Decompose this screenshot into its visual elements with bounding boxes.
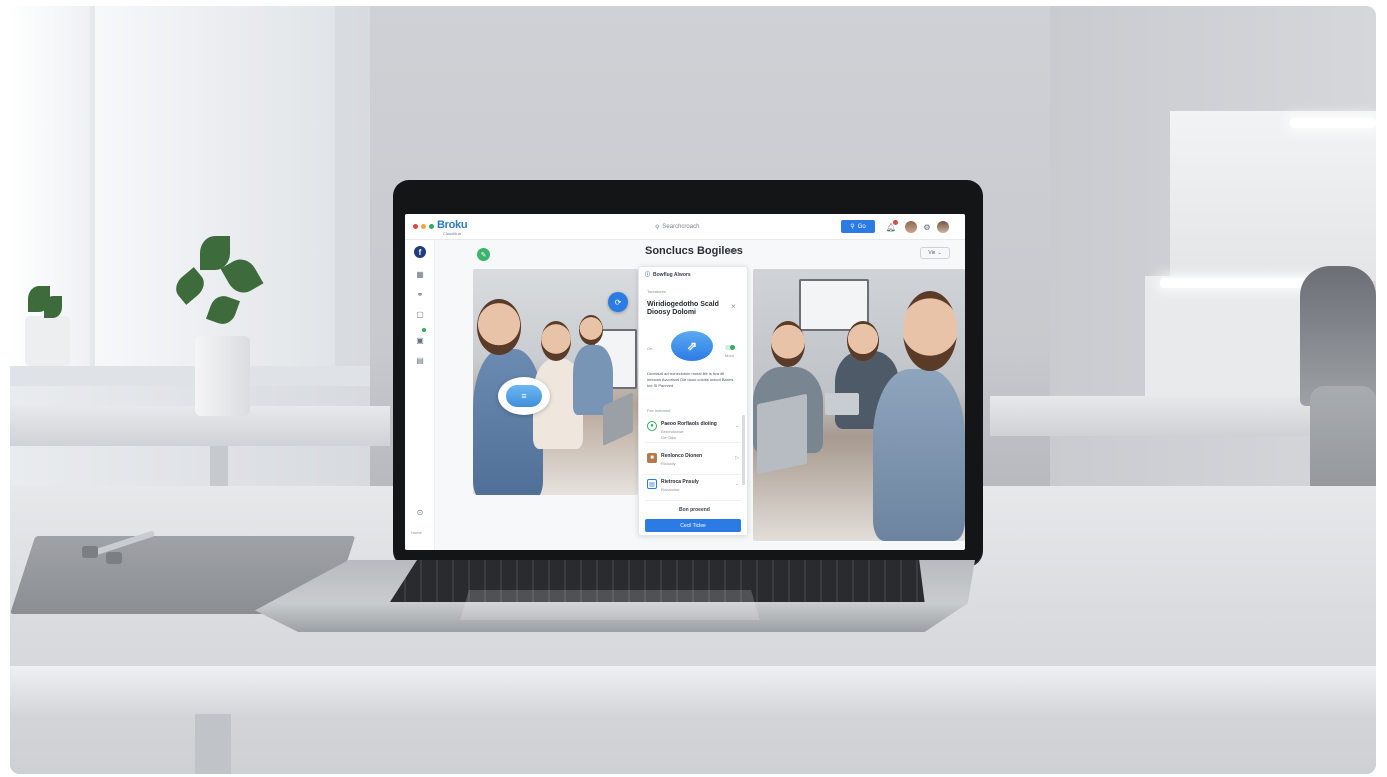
- refresh-icon: ⟳: [614, 297, 622, 307]
- person-head: [477, 299, 521, 355]
- search-icon: ⚲: [655, 224, 660, 231]
- cloud-badge: ≡: [498, 377, 550, 415]
- window-sill: [10, 366, 370, 386]
- plant-leaf: [44, 296, 62, 318]
- ceiling-light: [1290, 118, 1376, 128]
- laptop-in-photo: [757, 393, 807, 475]
- brand-subtitle: CloudHub: [443, 231, 461, 236]
- laptop-screen: Broku CloudHub ⚲ Searchcroach ⚲ Go 🔔︎ ⚙ …: [405, 214, 965, 550]
- filter-label: Vie: [928, 250, 936, 256]
- brand-logo: Broku: [437, 219, 468, 231]
- list-item-sub2: Ge Gitla: [661, 435, 676, 440]
- help-icon[interactable]: ⊙: [414, 506, 426, 518]
- profile-avatar[interactable]: [937, 221, 949, 233]
- laptop-trackpad: [460, 590, 760, 620]
- search-placeholder: Searchcroach: [662, 224, 700, 230]
- list-item-sub: Ronaroiue: [661, 487, 680, 492]
- app-topbar: Broku CloudHub ⚲ Searchcroach ⚲ Go 🔔︎ ⚙: [405, 214, 965, 240]
- person-head: [903, 291, 957, 371]
- grid-icon[interactable]: ▦: [414, 268, 426, 280]
- primary-action-button[interactable]: Cecil Ticlee: [645, 519, 741, 532]
- panel-description: Dovrlaud ad troneclotoin moral life is f…: [647, 371, 734, 388]
- man-foreground: [873, 369, 965, 541]
- link-icon[interactable]: ⚭: [414, 288, 426, 300]
- ceiling-light: [1160, 278, 1320, 288]
- desk-edge: [10, 666, 1376, 716]
- photo-icon: ■: [647, 453, 657, 463]
- maximize-dot[interactable]: [429, 224, 434, 229]
- person-head: [579, 315, 603, 345]
- section-label: Fex Inotoond: [647, 408, 671, 413]
- calendar-icon: ▤: [647, 479, 657, 489]
- list-item[interactable]: ■ Renlonco Dionen Rlcoody ▷: [645, 449, 741, 475]
- background-person: [1300, 266, 1376, 406]
- panel-scrollbar[interactable]: [742, 415, 745, 485]
- chevron-down-icon: ⌄: [734, 481, 739, 487]
- sidebar-bottom-label: Home: [411, 530, 422, 535]
- primary-action-label: Cecil Ticlee: [680, 522, 706, 529]
- person-head: [771, 321, 805, 367]
- clipboard-icon[interactable]: ▢: [414, 308, 426, 320]
- sync-panel: ⓘ Bowflug Alwors Toreatores Wiridiogedot…: [638, 266, 748, 536]
- plant-pot: [195, 336, 250, 416]
- chevron-down-icon: ⌄: [734, 423, 739, 429]
- calendar-icon[interactable]: ▤: [414, 354, 426, 366]
- settings-icon[interactable]: ⚙: [921, 221, 933, 233]
- list-item-sub: Berondoowe: [661, 429, 684, 434]
- page-title-suffix: 2A1.: [729, 249, 740, 255]
- info-icon: ⓘ: [645, 272, 651, 278]
- laptop-in-photo: [825, 393, 859, 415]
- chevron-down-icon: ⌄: [937, 250, 942, 256]
- image-icon[interactable]: ▣: [414, 334, 426, 346]
- list-item-sub: Rlcoody: [661, 461, 676, 466]
- background-board: [1145, 276, 1315, 396]
- list-item[interactable]: ▤ Rietroca Pnsuly Ronaroiue ⌄: [645, 475, 741, 501]
- video-icon: ▷: [735, 455, 739, 461]
- search-field[interactable]: ⚲ Searchcroach: [655, 221, 745, 233]
- add-button[interactable]: ✎: [477, 248, 490, 261]
- panel-small-label: Toreatores: [647, 289, 666, 294]
- notification-badge: [893, 220, 898, 225]
- search-button[interactable]: ⚲ Go: [841, 220, 875, 233]
- plant-pot: [25, 316, 70, 366]
- cloud-icon: ≡: [506, 385, 542, 407]
- whiteboard: [1170, 111, 1376, 281]
- panel-side-left: On: [647, 346, 653, 351]
- close-icon[interactable]: ×: [731, 302, 736, 311]
- desk-leg: [195, 714, 231, 774]
- sync-toggle[interactable]: [725, 345, 735, 350]
- person-head: [847, 321, 879, 361]
- binder-clip: [106, 552, 122, 564]
- search-icon: ⚲: [850, 224, 855, 230]
- user-avatar[interactable]: [905, 221, 917, 233]
- binder-clip: [82, 546, 98, 558]
- list-item[interactable]: ● Paeoo Rorfiaols dioiing Berondoowe Ge …: [645, 417, 741, 443]
- list-item-title: Renlonco Dionen: [661, 453, 703, 459]
- sync-button[interactable]: ⟳: [608, 292, 628, 312]
- pen-icon: ✎: [480, 251, 487, 259]
- person-head: [541, 321, 571, 361]
- list-item-title: Paeoo Rorfiaols dioiing: [661, 421, 717, 427]
- left-sidebar: f ▦ ⚭ ▢ ▣ ▤ ⊙ Home: [405, 240, 435, 550]
- close-dot[interactable]: [413, 224, 418, 229]
- panel-title: Wiridiogedotho Scald Dioosy Dolomi: [647, 301, 719, 316]
- cloud-upload-icon: ⇗: [671, 331, 713, 361]
- team-photo-right: [753, 269, 965, 541]
- status-dot: [422, 328, 426, 332]
- panel-side-right: Moru: [725, 353, 735, 358]
- panel-header-label: Bowflug Alwors: [653, 271, 691, 278]
- panel-header: ⓘ Bowflug Alwors: [645, 271, 691, 279]
- panel-footer-text: Bon proeend: [679, 507, 710, 513]
- window-controls: [413, 224, 434, 229]
- minimize-dot[interactable]: [421, 224, 426, 229]
- list-item-title: Rietroca Pnsuly: [661, 479, 699, 485]
- chat-icon: ●: [647, 421, 657, 431]
- view-filter-chip[interactable]: Vie ⌄: [920, 247, 950, 259]
- search-button-label: Go: [857, 223, 866, 230]
- facebook-icon[interactable]: f: [414, 246, 426, 258]
